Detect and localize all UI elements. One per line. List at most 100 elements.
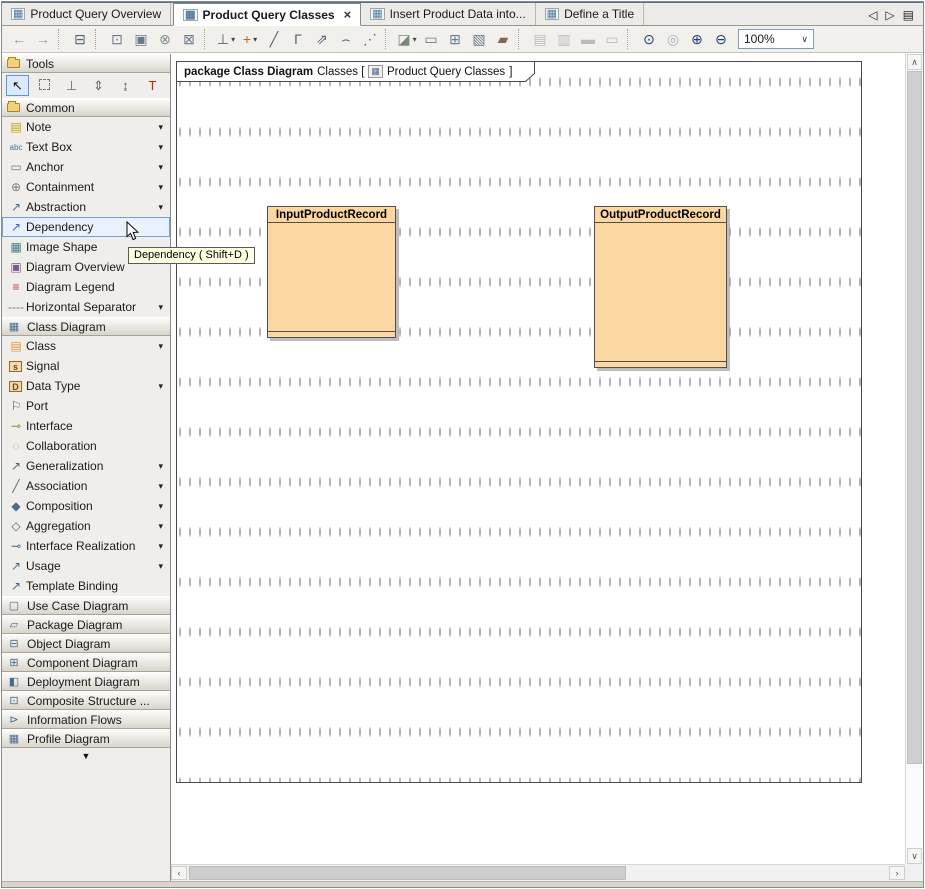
- copy-button[interactable]: ⊡: [105, 28, 129, 50]
- back-button[interactable]: ←: [7, 28, 31, 50]
- palette-item-data-type[interactable]: D Data Type ▾: [2, 376, 170, 396]
- palette-item-association[interactable]: ╱ Association ▾: [2, 476, 170, 496]
- palette-section-deployment-diagram[interactable]: ◧ Deployment Diagram: [2, 672, 170, 691]
- suppress-operations-button[interactable]: ▬: [576, 28, 600, 50]
- dropdown-arrow-icon[interactable]: ▾: [253, 35, 257, 44]
- dropdown-arrow-icon[interactable]: ▾: [231, 35, 235, 44]
- palette-item-signal[interactable]: s Signal: [2, 356, 170, 376]
- palette-section-use-case-diagram[interactable]: ▢ Use Case Diagram: [2, 596, 170, 615]
- chevron-down-icon[interactable]: ▾: [158, 461, 166, 472]
- fit-in-window-button[interactable]: ◎: [661, 28, 685, 50]
- expand-vertically-tool-button[interactable]: ⇕: [87, 75, 110, 96]
- vertical-scrollbar[interactable]: ∧ ∨: [905, 54, 923, 864]
- palette-section-common[interactable]: Common: [2, 98, 170, 117]
- tab-insert-product-data-into[interactable]: ▦ Insert Product Data into...: [361, 3, 535, 25]
- palette-item-generalization[interactable]: ↗ Generalization ▾: [2, 456, 170, 476]
- curved-path-button[interactable]: ⌢: [334, 28, 358, 50]
- chevron-down-icon[interactable]: ∨: [801, 34, 808, 45]
- palette-item-usage[interactable]: ↗ Usage ▾: [2, 556, 170, 576]
- straight-path-button[interactable]: ╱: [262, 28, 286, 50]
- pointer-tool-button[interactable]: ↖: [6, 75, 29, 96]
- palette-section-component-diagram[interactable]: ⊞ Component Diagram: [2, 653, 170, 672]
- palette-item-containment[interactable]: ⊕ Containment ▾: [2, 177, 170, 197]
- oblique-path-button[interactable]: ⇗: [310, 28, 334, 50]
- select-style-button[interactable]: ▧: [467, 28, 491, 50]
- chevron-down-icon[interactable]: ▾: [158, 142, 166, 153]
- chevron-down-icon[interactable]: ▾: [158, 182, 166, 193]
- route-paths-button[interactable]: + ▾: [238, 28, 262, 50]
- chevron-down-icon[interactable]: ▾: [158, 302, 166, 313]
- scroll-right-icon[interactable]: ›: [889, 866, 905, 880]
- rectilinear-path-button[interactable]: Γ: [286, 28, 310, 50]
- tab-define-a-title[interactable]: ▦ Define a Title: [536, 3, 644, 25]
- horizontal-scroll-thumb[interactable]: [189, 866, 626, 880]
- suppress-attributes-button[interactable]: ▥: [552, 28, 576, 50]
- chevron-down-icon[interactable]: ▾: [158, 381, 166, 392]
- palette-section-class-diagram[interactable]: ▦ Class Diagram: [2, 317, 170, 336]
- select-in-containment-tree-button[interactable]: ⊟: [68, 28, 92, 50]
- splined-path-button[interactable]: ⋰: [358, 28, 382, 50]
- chevron-down-icon[interactable]: ▾: [158, 541, 166, 552]
- forward-button[interactable]: →: [31, 28, 55, 50]
- compress-vertically-tool-button[interactable]: ↨: [114, 75, 137, 96]
- chevron-down-icon[interactable]: ▾: [158, 561, 166, 572]
- show-diagram-info-button[interactable]: ▭: [600, 28, 624, 50]
- class-input-product-record[interactable]: InputProductRecord: [267, 206, 396, 338]
- zoom-selection-button[interactable]: ⊙: [637, 28, 661, 50]
- palette-item-composition[interactable]: ◆ Composition ▾: [2, 496, 170, 516]
- palette-more-button[interactable]: ▼: [56, 751, 117, 761]
- diagram-canvas[interactable]: package Class Diagram Classes [ ▦ Produc…: [171, 54, 905, 864]
- palette-item-horizontal-separator[interactable]: ---- Horizontal Separator ▾: [2, 297, 170, 317]
- palette-section-package-diagram[interactable]: ▱ Package Diagram: [2, 615, 170, 634]
- paste-button[interactable]: ▣: [129, 28, 153, 50]
- palette-item-dependency[interactable]: ↗ Dependency: [2, 217, 170, 237]
- next-tab-icon[interactable]: ▷: [885, 8, 894, 22]
- palette-section-information-flows[interactable]: ⊳ Information Flows: [2, 710, 170, 729]
- autosize-button[interactable]: ▭: [419, 28, 443, 50]
- palette-item-template-binding[interactable]: ↗ Template Binding: [2, 576, 170, 596]
- show-compartments-button[interactable]: ▤: [528, 28, 552, 50]
- palette-item-abstraction[interactable]: ↗ Abstraction ▾: [2, 197, 170, 217]
- scroll-down-icon[interactable]: ∨: [907, 848, 922, 864]
- chevron-down-icon[interactable]: ▾: [158, 202, 166, 213]
- tab-product-query-classes[interactable]: ▦ Product Query Classes ×: [173, 3, 361, 26]
- palette-section-profile-diagram[interactable]: ▦ Profile Diagram: [2, 729, 170, 748]
- palette-item-collaboration[interactable]: ◌ Collaboration: [2, 436, 170, 456]
- zoom-in-button[interactable]: ⊕: [685, 28, 709, 50]
- chevron-down-icon[interactable]: ▾: [158, 501, 166, 512]
- zoom-combobox[interactable]: 100% ∨: [738, 29, 814, 49]
- class-output-product-record[interactable]: OutputProductRecord: [594, 206, 727, 368]
- scroll-left-icon[interactable]: ‹: [171, 866, 187, 880]
- palette-item-anchor[interactable]: ▭ Anchor ▾: [2, 157, 170, 177]
- tab-product-query-overview[interactable]: ▦ Product Query Overview: [2, 3, 171, 25]
- zoom-out-button[interactable]: ⊖: [709, 28, 733, 50]
- quick-layout-button[interactable]: ⊥ ▾: [214, 28, 238, 50]
- palette-section-composite-structure[interactable]: ⊡ Composite Structure ...: [2, 691, 170, 710]
- copy-as-image-button[interactable]: ⊠: [177, 28, 201, 50]
- chevron-down-icon[interactable]: ▾: [158, 481, 166, 492]
- vertical-scroll-thumb[interactable]: [907, 71, 922, 764]
- palette-item-class[interactable]: ▤ Class ▾: [2, 336, 170, 356]
- sticker-tool-button[interactable]: ⊥: [60, 75, 83, 96]
- chevron-down-icon[interactable]: ▾: [158, 341, 166, 352]
- delete-button[interactable]: ⊗: [153, 28, 177, 50]
- marquee-selection-tool-button[interactable]: [33, 75, 56, 96]
- palette-item-aggregation[interactable]: ◇ Aggregation ▾: [2, 516, 170, 536]
- fill-color-button[interactable]: ◪ ▾: [395, 28, 419, 50]
- palette-item-port[interactable]: ⚐ Port: [2, 396, 170, 416]
- palette-section-tools[interactable]: Tools: [2, 54, 170, 73]
- tab-list-icon[interactable]: ▤: [903, 8, 914, 22]
- palette-item-text-box[interactable]: abc Text Box ▾: [2, 137, 170, 157]
- horizontal-scrollbar[interactable]: ‹ ›: [171, 864, 905, 881]
- palette-item-interface-realization[interactable]: ⊸ Interface Realization ▾: [2, 536, 170, 556]
- make-same-size-button[interactable]: ⊞: [443, 28, 467, 50]
- palette-item-note[interactable]: ▤ Note ▾: [2, 117, 170, 137]
- palette-section-object-diagram[interactable]: ⊟ Object Diagram: [2, 634, 170, 653]
- palette-item-diagram-legend[interactable]: ≡ Diagram Legend: [2, 277, 170, 297]
- dropdown-arrow-icon[interactable]: ▾: [413, 35, 417, 44]
- text-tool-button[interactable]: T: [141, 75, 164, 96]
- scroll-up-icon[interactable]: ∧: [907, 54, 922, 70]
- chevron-down-icon[interactable]: ▾: [158, 521, 166, 532]
- palette-item-interface[interactable]: ⊸ Interface: [2, 416, 170, 436]
- previous-tab-icon[interactable]: ◁: [868, 8, 877, 22]
